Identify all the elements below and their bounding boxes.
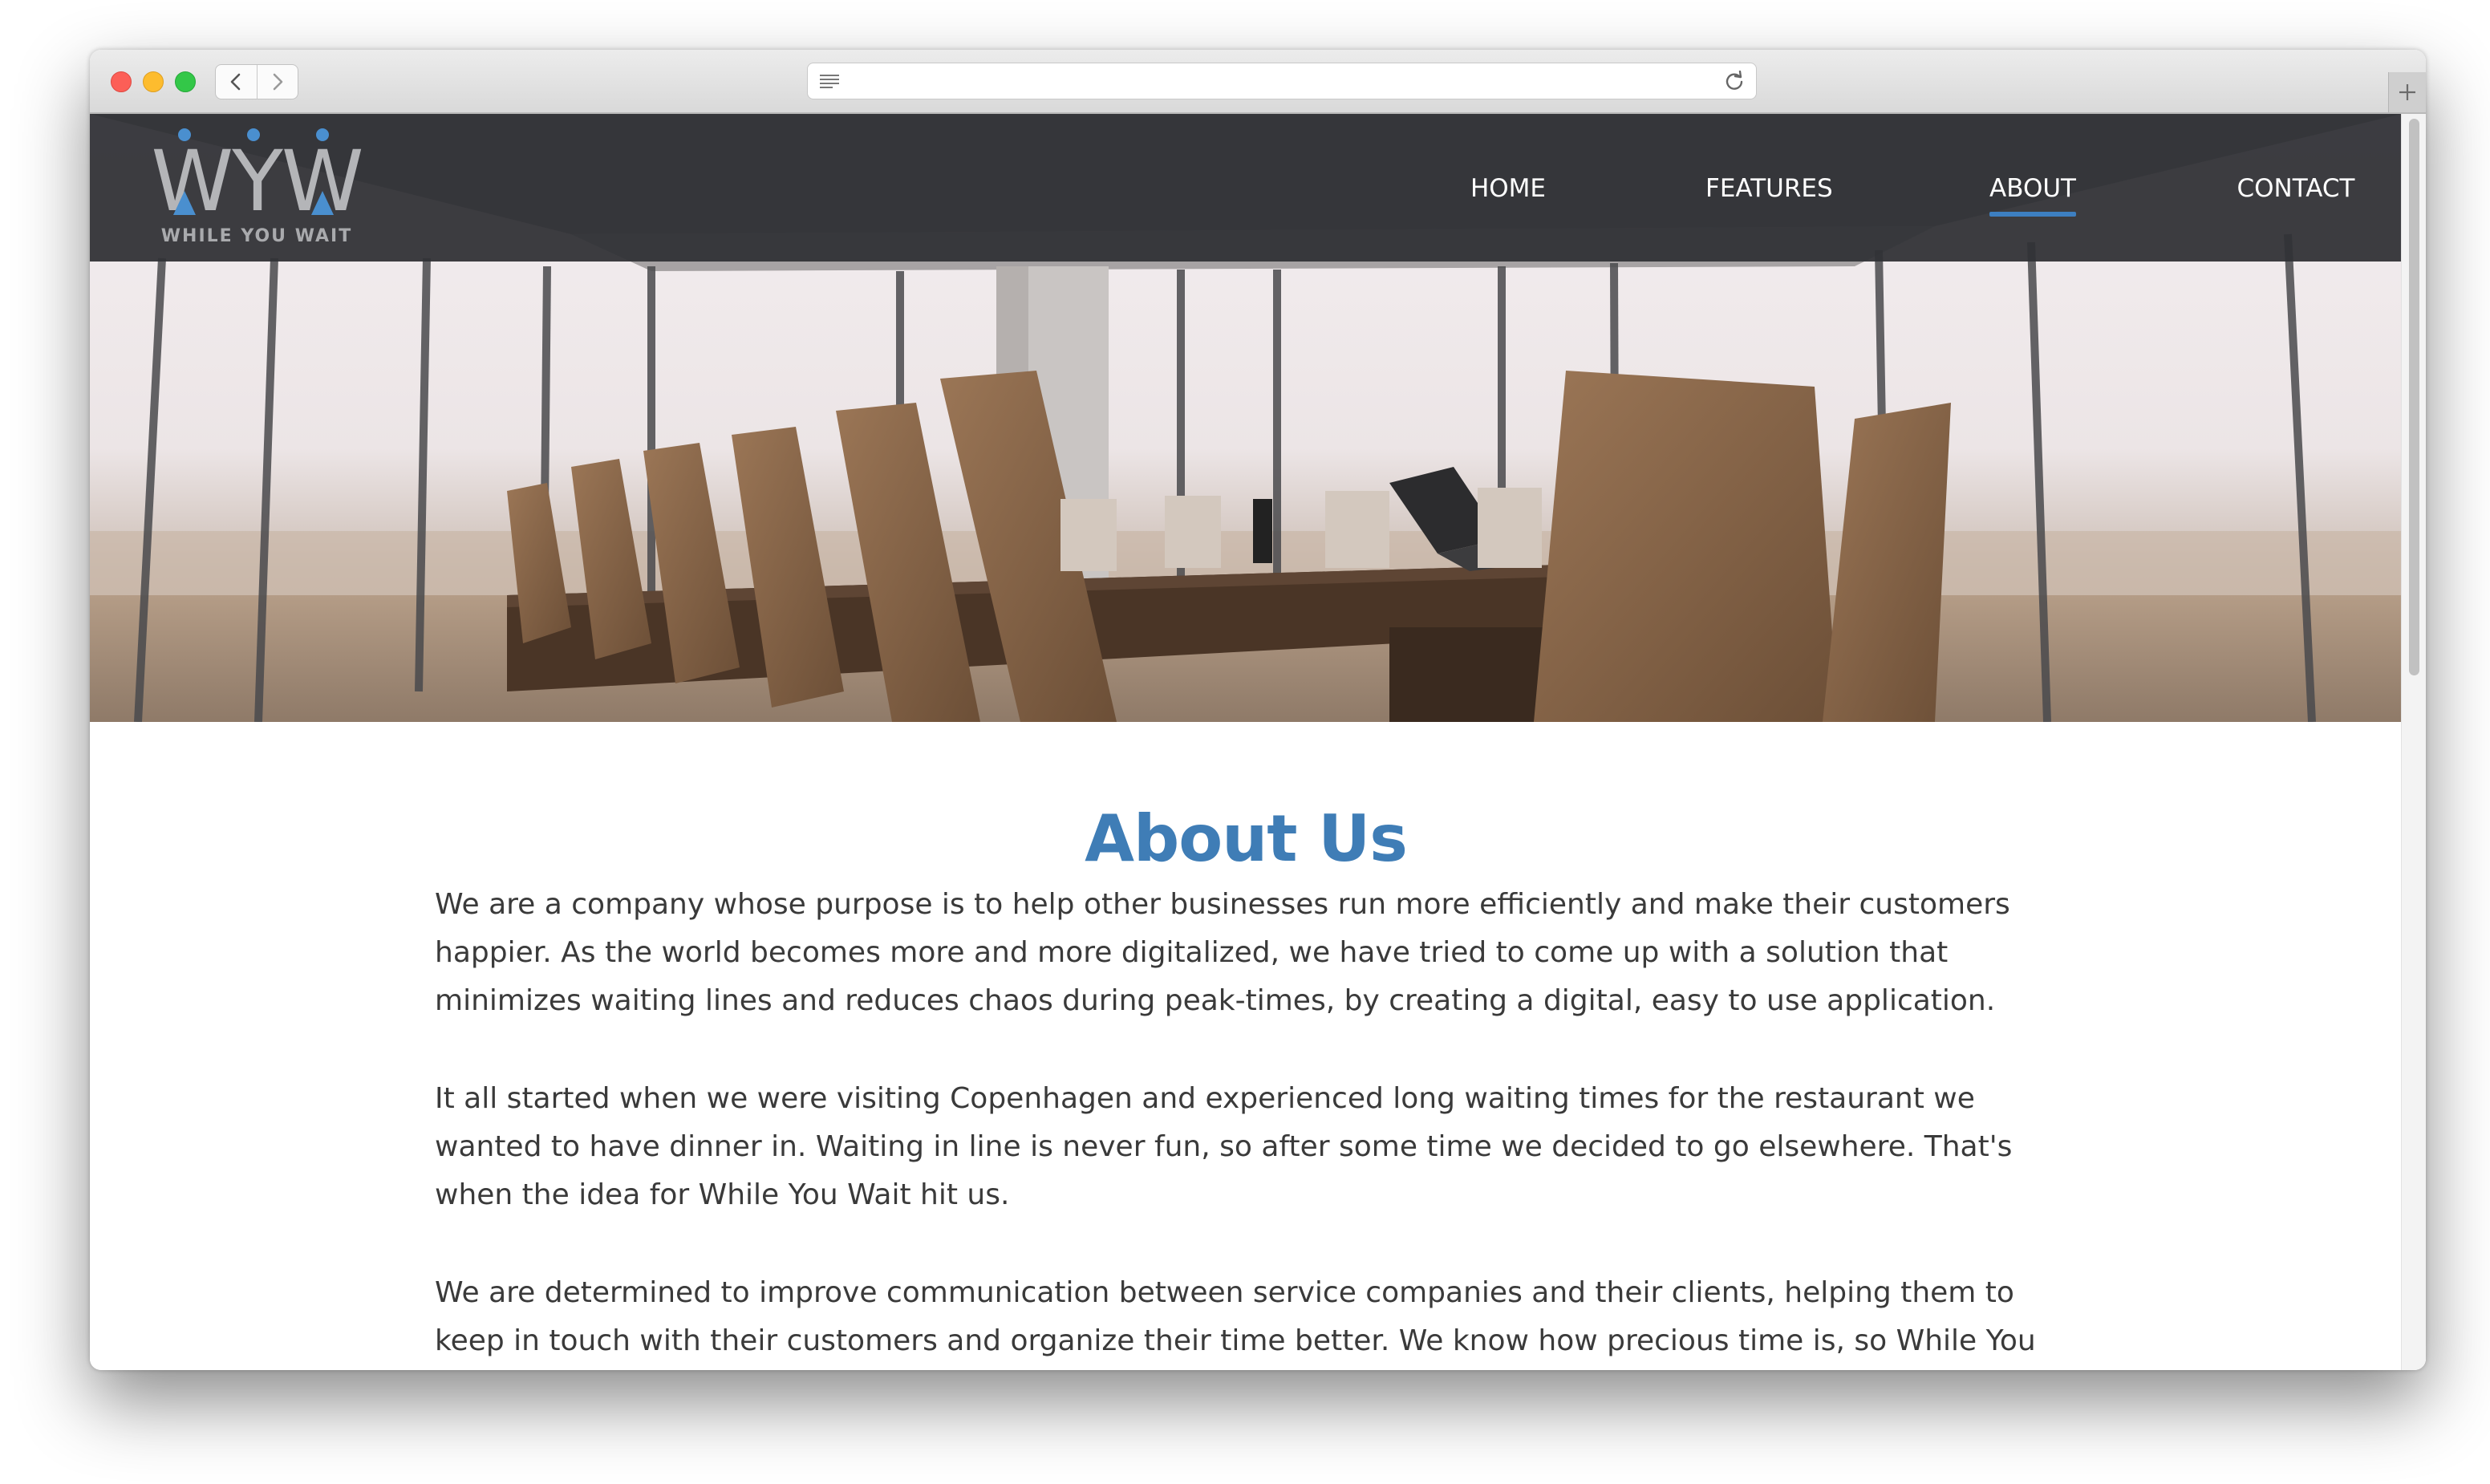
zoom-window-button[interactable] — [175, 71, 196, 92]
vertical-scrollbar[interactable] — [2401, 114, 2426, 1370]
reload-icon[interactable] — [1724, 71, 1745, 91]
logo-triangle — [173, 191, 196, 215]
top-navigation: WYW WHILE YOU WAIT HOME FEATURES ABOUT C… — [90, 114, 2402, 262]
active-underline — [1989, 212, 2076, 217]
page-viewport: WYW WHILE YOU WAIT HOME FEATURES ABOUT C… — [90, 114, 2426, 1370]
logo-letters: WYW — [151, 132, 363, 230]
minimize-window-button[interactable] — [143, 71, 164, 92]
scrollbar-thumb[interactable] — [2409, 119, 2419, 675]
back-button[interactable] — [216, 65, 257, 99]
history-buttons — [215, 64, 298, 99]
reader-icon[interactable] — [819, 74, 840, 88]
forward-button[interactable] — [256, 65, 298, 99]
nav-features[interactable]: FEATURES — [1705, 168, 1833, 209]
logo-triangle — [311, 191, 334, 215]
hero-banner: WYW WHILE YOU WAIT HOME FEATURES ABOUT C… — [90, 114, 2402, 722]
forward-arrow-icon — [273, 73, 283, 91]
back-arrow-icon — [230, 73, 241, 91]
nav-contact[interactable]: CONTACT — [2237, 168, 2355, 209]
wyw-logo[interactable]: WYW WHILE YOU WAIT — [136, 124, 377, 253]
address-bar[interactable] — [807, 63, 1757, 99]
page-title: About Us — [1085, 801, 1408, 876]
logo-tagline: WHILE YOU WAIT — [160, 226, 353, 246]
nav-about[interactable]: ABOUT — [1989, 168, 2076, 217]
nav-about-label: ABOUT — [1989, 174, 2076, 203]
nav-home[interactable]: HOME — [1470, 168, 1547, 209]
close-window-button[interactable] — [111, 71, 132, 92]
browser-toolbar — [90, 50, 2426, 114]
plus-icon — [2399, 84, 2415, 100]
about-paragraph: It all started when we were visiting Cop… — [435, 1082, 2013, 1211]
about-paragraph: We are determined to improve communicati… — [435, 1276, 2036, 1357]
about-paragraph: We are a company whose purpose is to hel… — [435, 888, 2010, 1017]
browser-window: WYW WHILE YOU WAIT HOME FEATURES ABOUT C… — [90, 50, 2426, 1370]
new-tab-button[interactable] — [2388, 72, 2426, 112]
